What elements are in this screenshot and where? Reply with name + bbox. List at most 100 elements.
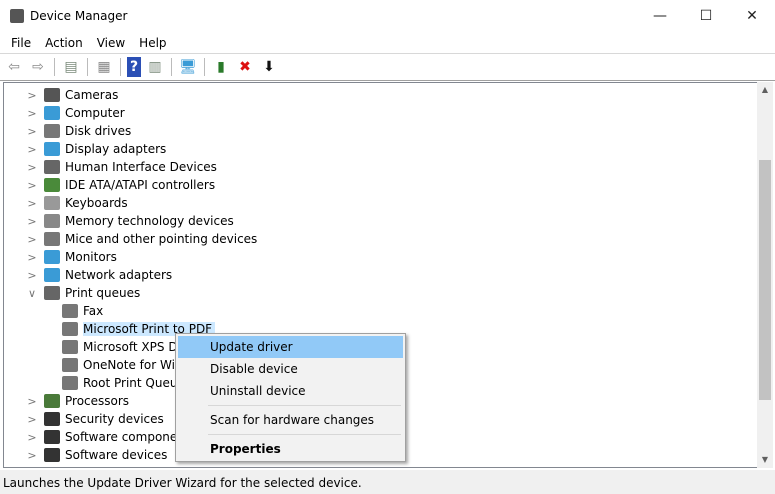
expand-chevron-icon[interactable]: > [26, 413, 38, 426]
expand-chevron-icon[interactable]: > [26, 431, 38, 444]
expand-chevron-icon[interactable]: > [26, 89, 38, 102]
tree-item-cameras[interactable]: > Cameras [26, 86, 118, 104]
device-category-icon [62, 322, 78, 336]
tree-item-processors[interactable]: > Processors [26, 392, 129, 410]
tree-item-label: Display adapters [65, 142, 167, 156]
tree-item-label: Human Interface Devices [65, 160, 217, 174]
menu-view[interactable]: View [90, 36, 132, 50]
tree-item-label: Keyboards [65, 196, 128, 210]
tree-item-software-component[interactable]: > Software component [26, 428, 190, 446]
menu-file[interactable]: File [4, 36, 38, 50]
tree-item-label: Monitors [65, 250, 117, 264]
download-icon[interactable]: ⬇ [259, 57, 279, 77]
device-category-icon [44, 268, 60, 282]
expand-chevron-icon[interactable]: ∨ [26, 287, 38, 300]
tree-item-fax[interactable]: Fax [62, 302, 103, 320]
tree-item-computer[interactable]: > Computer [26, 104, 125, 122]
title-bar: Device Manager — ☐ ✕ [0, 0, 775, 32]
tree-item-label: Software devices [65, 448, 168, 462]
tree-item-label: Memory technology devices [65, 214, 234, 228]
expand-chevron-icon[interactable]: > [26, 125, 38, 138]
scan-hardware-icon[interactable]: 🖥 [178, 57, 198, 77]
toolbar-separator [171, 58, 172, 76]
device-category-icon [44, 214, 60, 228]
tree-item-label: Software component [65, 430, 190, 444]
expand-chevron-icon[interactable]: > [26, 449, 38, 462]
menu-separator [208, 434, 401, 435]
device-manager-icon [10, 9, 24, 23]
tree-item-label: Microsoft XPS Dc [83, 340, 185, 354]
tree-item-human-interface-devices[interactable]: > Human Interface Devices [26, 158, 217, 176]
device-category-icon [62, 376, 78, 390]
vertical-scrollbar[interactable]: ▲ ▼ [757, 82, 773, 468]
help-icon[interactable]: ? [127, 57, 141, 77]
expand-chevron-icon[interactable]: > [26, 215, 38, 228]
status-bar: Launches the Update Driver Wizard for th… [0, 470, 775, 494]
device-category-icon [44, 412, 60, 426]
device-category-icon [62, 304, 78, 318]
tree-item-onenote-for-win[interactable]: OneNote for Win [62, 356, 183, 374]
context-menu-scan-for-hardware-changes[interactable]: Scan for hardware changes [178, 409, 403, 431]
context-menu-uninstall-device[interactable]: Uninstall device [178, 380, 403, 402]
toolbar-separator [87, 58, 88, 76]
tree-item-label: Fax [83, 304, 104, 318]
tree-item-disk-drives[interactable]: > Disk drives [26, 122, 131, 140]
menu-action[interactable]: Action [38, 36, 90, 50]
expand-chevron-icon[interactable]: > [26, 197, 38, 210]
expand-chevron-icon[interactable]: > [26, 251, 38, 264]
back-icon[interactable]: ⇦ [4, 57, 24, 77]
scrollbar-thumb[interactable] [759, 160, 771, 400]
tree-item-monitors[interactable]: > Monitors [26, 248, 117, 266]
device-category-icon [44, 160, 60, 174]
menu-help[interactable]: Help [132, 36, 173, 50]
toolbar-separator [204, 58, 205, 76]
device-category-icon [62, 358, 78, 372]
tree-item-label: Security devices [65, 412, 164, 426]
expand-chevron-icon[interactable]: > [26, 395, 38, 408]
device-category-icon [44, 196, 60, 210]
tree-item-ide-ata-atapi-controllers[interactable]: > IDE ATA/ATAPI controllers [26, 176, 215, 194]
expand-chevron-icon[interactable]: > [26, 161, 38, 174]
device-category-icon [44, 232, 60, 246]
update-driver-icon[interactable]: ▮ [211, 57, 231, 77]
menu-bar: File Action View Help [0, 32, 775, 54]
tree-item-label: Mice and other pointing devices [65, 232, 258, 246]
device-category-icon [62, 340, 78, 354]
maximize-button[interactable]: ☐ [683, 0, 729, 32]
tree-item-software-devices[interactable]: > Software devices [26, 446, 167, 464]
tree-item-network-adapters[interactable]: > Network adapters [26, 266, 172, 284]
context-menu-properties[interactable]: Properties [178, 438, 403, 460]
expand-chevron-icon[interactable]: > [26, 269, 38, 282]
tree-item-print-queues[interactable]: ∨ Print queues [26, 284, 140, 302]
tree-item-label: OneNote for Win [83, 358, 183, 372]
tree-item-label: Computer [65, 106, 125, 120]
show-action-pane-icon[interactable]: ▥ [145, 57, 165, 77]
context-menu-update-driver[interactable]: Update driver [178, 336, 403, 358]
tree-item-label: Root Print Queue [83, 376, 185, 390]
tree-item-security-devices[interactable]: > Security devices [26, 410, 164, 428]
expand-chevron-icon[interactable]: > [26, 179, 38, 192]
properties-icon[interactable]: ▦ [94, 57, 114, 77]
toolbar: ⇦ ⇨ ▤ ▦? ▥ 🖥 ▮ ✖ ⬇ [0, 54, 775, 81]
tree-item-microsoft-xps-dc[interactable]: Microsoft XPS Dc [62, 338, 184, 356]
tree-item-keyboards[interactable]: > Keyboards [26, 194, 128, 212]
tree-item-memory-technology-devices[interactable]: > Memory technology devices [26, 212, 234, 230]
tree-item-display-adapters[interactable]: > Display adapters [26, 140, 166, 158]
expand-chevron-icon[interactable]: > [26, 143, 38, 156]
tree-item-mice-and-other-pointing-devices[interactable]: > Mice and other pointing devices [26, 230, 257, 248]
uninstall-icon[interactable]: ✖ [235, 57, 255, 77]
expand-chevron-icon[interactable]: > [26, 107, 38, 120]
tree-item-label: Print queues [65, 286, 141, 300]
context-menu: Update driver Disable device Uninstall dev… [175, 333, 406, 462]
scroll-up-arrow[interactable]: ▲ [757, 82, 773, 98]
minimize-button[interactable]: — [637, 0, 683, 32]
device-category-icon [44, 142, 60, 156]
scroll-down-arrow[interactable]: ▼ [757, 452, 773, 468]
device-category-icon [44, 394, 60, 408]
show-hide-console-tree-icon[interactable]: ▤ [61, 57, 81, 77]
close-button[interactable]: ✕ [729, 0, 775, 32]
tree-item-root-print-queue[interactable]: Root Print Queue [62, 374, 185, 392]
expand-chevron-icon[interactable]: > [26, 233, 38, 246]
forward-icon[interactable]: ⇨ [28, 57, 48, 77]
context-menu-disable-device[interactable]: Disable device [178, 358, 403, 380]
